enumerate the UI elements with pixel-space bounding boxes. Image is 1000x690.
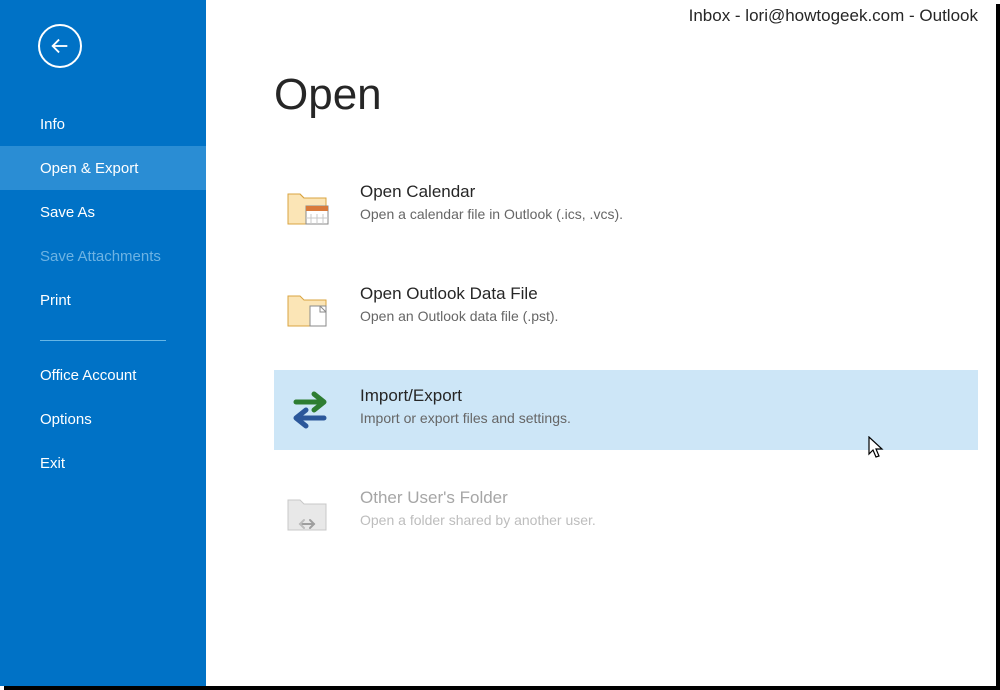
option-title: Import/Export <box>360 386 571 406</box>
option-import-export[interactable]: Import/Export Import or export files and… <box>274 370 978 450</box>
window-title: Inbox - lori@howtogeek.com - Outlook <box>689 6 978 26</box>
back-button[interactable] <box>38 24 82 68</box>
sidebar-item-label: Save As <box>40 204 95 221</box>
option-other-users-folder: Other User's Folder Open a folder shared… <box>274 472 978 552</box>
sidebar-item-info[interactable]: Info <box>0 102 206 146</box>
sidebar-item-label: Options <box>40 411 92 428</box>
sidebar-item-label: Exit <box>40 455 65 472</box>
sidebar-item-label: Save Attachments <box>40 248 161 265</box>
option-desc: Open a folder shared by another user. <box>360 512 596 528</box>
backstage-sidebar: Info Open & Export Save As Save Attachme… <box>0 0 206 686</box>
option-desc: Open a calendar file in Outlook (.ics, .… <box>360 206 623 222</box>
option-text: Open Calendar Open a calendar file in Ou… <box>360 182 623 222</box>
sidebar-divider <box>40 340 166 341</box>
option-text: Other User's Folder Open a folder shared… <box>360 488 596 528</box>
back-arrow-icon <box>49 35 71 57</box>
sidebar-item-save-as[interactable]: Save As <box>0 190 206 234</box>
sidebar-item-print[interactable]: Print <box>0 278 206 322</box>
option-text: Import/Export Import or export files and… <box>360 386 571 426</box>
option-open-calendar[interactable]: Open Calendar Open a calendar file in Ou… <box>274 166 978 246</box>
sidebar-item-exit[interactable]: Exit <box>0 441 206 485</box>
option-title: Other User's Folder <box>360 488 596 508</box>
option-desc: Import or export files and settings. <box>360 410 571 426</box>
option-text: Open Outlook Data File Open an Outlook d… <box>360 284 558 324</box>
sidebar-item-save-attachments: Save Attachments <box>0 234 206 278</box>
import-export-icon <box>286 386 334 434</box>
folder-file-icon <box>286 284 334 332</box>
open-options-list: Open Calendar Open a calendar file in Ou… <box>206 166 996 552</box>
sidebar-item-options[interactable]: Options <box>0 397 206 441</box>
backstage-content: Inbox - lori@howtogeek.com - Outlook Ope… <box>206 0 996 686</box>
sidebar-item-label: Open & Export <box>40 160 138 177</box>
sidebar-item-label: Info <box>40 116 65 133</box>
shared-folder-icon <box>286 488 334 536</box>
option-title: Open Calendar <box>360 182 623 202</box>
sidebar-item-label: Office Account <box>40 367 136 384</box>
sidebar-item-office-account[interactable]: Office Account <box>0 353 206 397</box>
outlook-backstage: Info Open & Export Save As Save Attachme… <box>0 0 996 686</box>
option-open-data-file[interactable]: Open Outlook Data File Open an Outlook d… <box>274 268 978 348</box>
calendar-folder-icon <box>286 182 334 230</box>
sidebar-item-label: Print <box>40 292 71 309</box>
sidebar-item-open-export[interactable]: Open & Export <box>0 146 206 190</box>
option-title: Open Outlook Data File <box>360 284 558 304</box>
page-title: Open <box>274 70 996 120</box>
option-desc: Open an Outlook data file (.pst). <box>360 308 558 324</box>
